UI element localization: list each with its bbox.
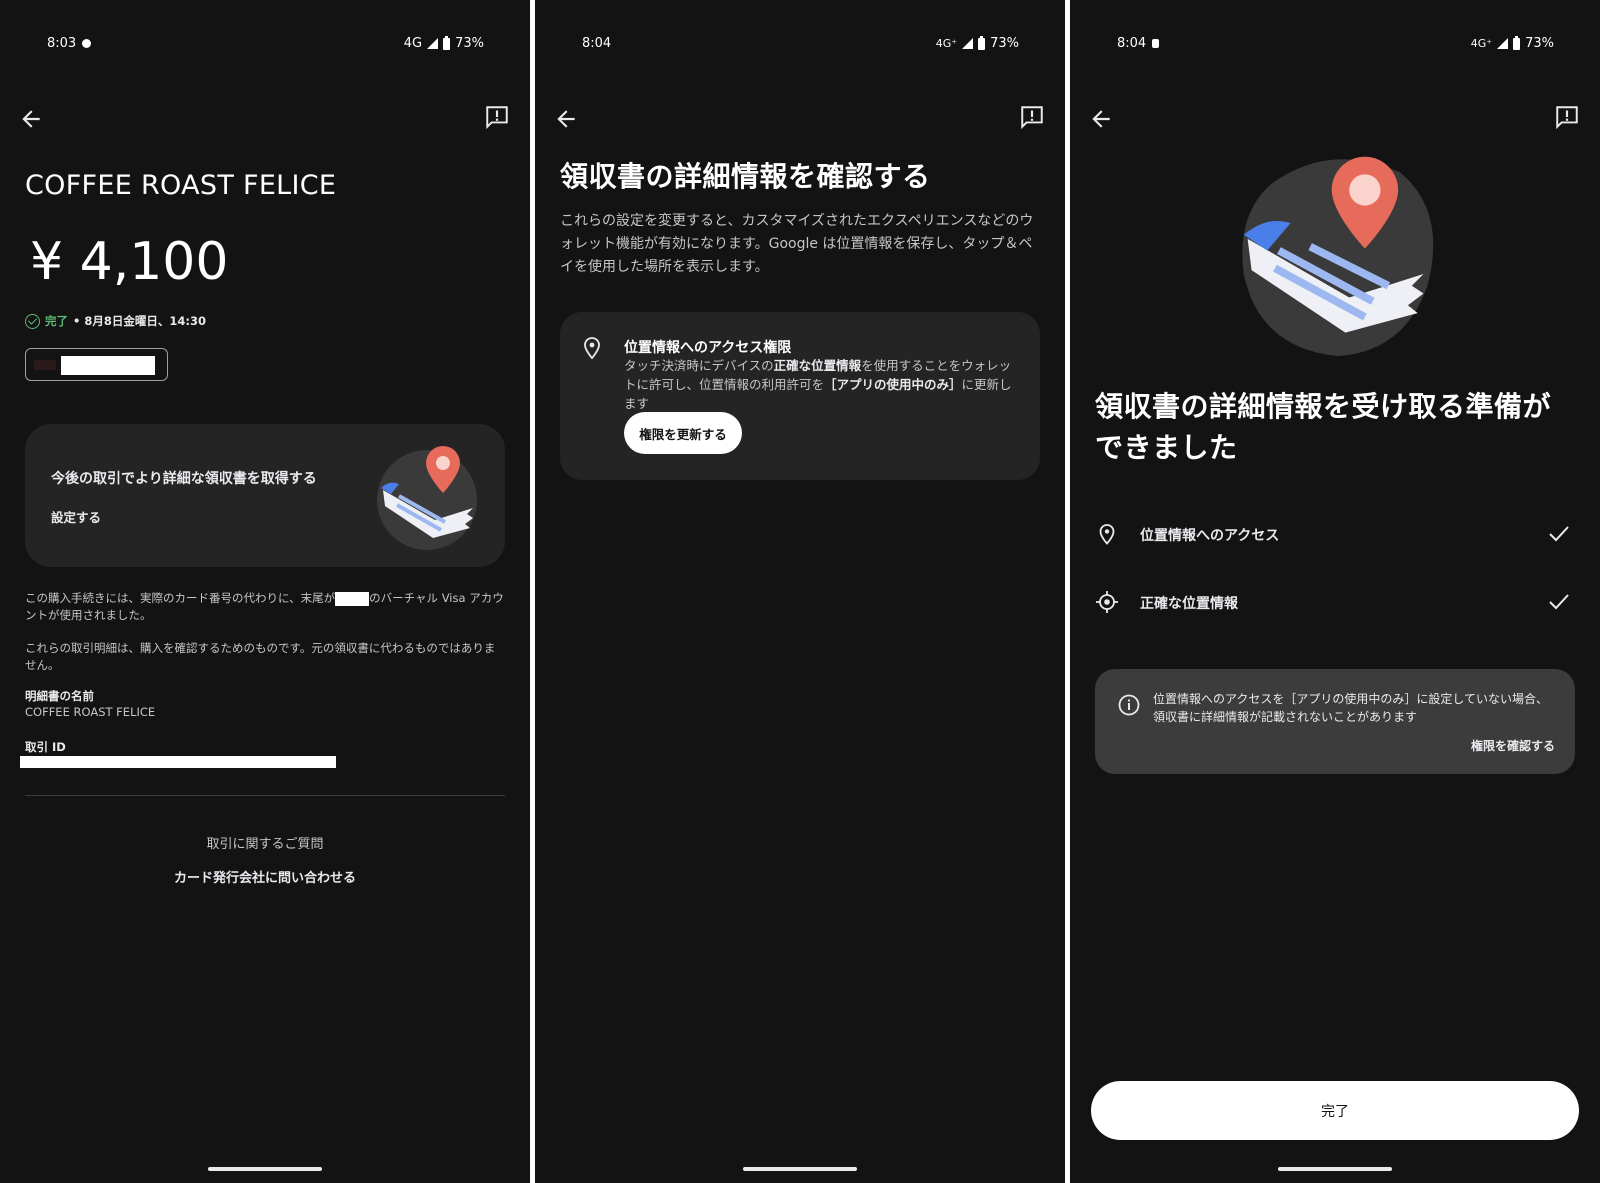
page-description: これらの設定を変更すると、カスタマイズされたエクスペリエンスなどのウォレット機能…	[560, 213, 1034, 275]
contact-issuer-link[interactable]: カード発行会社に問い合わせる	[0, 867, 530, 886]
status-time: 8:04	[582, 36, 612, 51]
check-permission-link[interactable]: 権限を確認する	[1471, 737, 1555, 754]
review-receipt-settings-screen: 8:04 4G⁺ 73% 領収書の詳細情報を確認する これらの設定を変更すると、…	[535, 0, 1065, 1183]
location-permission-card: 位置情報へのアクセス権限 タッチ決済時にデバイスの正確な位置情報を使用することを…	[560, 312, 1040, 480]
network-label: 4G⁺	[935, 37, 958, 50]
transaction-id-label: 取引 ID	[25, 740, 66, 754]
network-label: 4G	[403, 36, 423, 51]
signal-icon	[1497, 38, 1509, 49]
receipt-location-illustration	[1242, 156, 1434, 357]
status-bar: 8:03 4G 73%	[0, 34, 530, 54]
battery-level: 73%	[455, 36, 484, 51]
receipt-location-illustration	[377, 446, 477, 550]
gps-target-icon	[1096, 591, 1118, 613]
status-time: 8:03	[47, 36, 77, 51]
card-thumbnail	[34, 360, 56, 370]
statement-name-value: COFFEE ROAST FELICE	[25, 705, 156, 719]
virtual-card-note: この購入手続きには、実際のカード番号の代わりに、末尾が のバーチャル Visa ア…	[25, 590, 505, 624]
home-indicator[interactable]	[208, 1167, 322, 1171]
back-arrow-icon[interactable]	[18, 106, 44, 132]
checkmark-icon	[1549, 526, 1569, 542]
check-circle-icon	[25, 313, 40, 329]
status-detail: • 8月8日金曜日、14:30	[73, 314, 206, 328]
network-label: 4G⁺	[1470, 37, 1493, 50]
status-done-label: 完了	[45, 314, 68, 328]
signal-icon	[962, 38, 974, 49]
transaction-status: 完了 • 8月8日金曜日、14:30	[25, 313, 206, 329]
status-time: 8:04	[1117, 36, 1147, 51]
redacted-card-info	[61, 356, 155, 375]
info-text: 位置情報へのアクセスを［アプリの使用中のみ］に設定していない場合、領収書に詳細情…	[1153, 692, 1549, 724]
receipt-disclaimer: これらの取引明細は、購入を確認するためのものです。元の領収書に代わるものではあり…	[25, 641, 496, 672]
info-icon	[1118, 694, 1140, 716]
battery-icon	[978, 35, 986, 50]
page-title: 領収書の詳細情報を確認する	[560, 160, 931, 193]
battery-level: 73%	[1525, 36, 1554, 51]
back-arrow-icon[interactable]	[1088, 106, 1114, 132]
feedback-icon[interactable]	[484, 104, 510, 130]
statement-name-label: 明細書の名前	[25, 689, 94, 703]
transaction-amount: ¥ 4,100	[30, 232, 229, 292]
back-arrow-icon[interactable]	[553, 106, 579, 132]
setup-link[interactable]: 設定する	[51, 507, 101, 526]
card-chip[interactable]	[25, 348, 168, 381]
status-bar: 8:04 4G⁺ 73%	[1070, 34, 1600, 54]
virtual-card-note-part1: この購入手続きには、実際のカード番号の代わりに、末尾が	[25, 591, 336, 605]
receipt-ready-screen: 8:04 4G⁺ 73% 領収書の詳細情報を受け取る準備ができました 位置情報へ…	[1070, 0, 1600, 1183]
do-not-disturb-icon	[82, 39, 92, 48]
notification-icon	[1152, 39, 1160, 48]
redacted-transaction-id	[20, 756, 336, 768]
precise-location-label: 正確な位置情報	[1140, 596, 1238, 612]
perm-desc-bold2: ［アプリの使用中のみ］	[824, 377, 962, 392]
precise-location-row: 正確な位置情報	[1095, 582, 1575, 622]
redacted-card-suffix	[335, 591, 370, 606]
location-access-label: 位置情報へのアクセス	[1140, 528, 1280, 544]
feedback-icon[interactable]	[1019, 104, 1045, 130]
update-permission-button[interactable]: 権限を更新する	[624, 412, 742, 454]
home-indicator[interactable]	[743, 1167, 857, 1171]
battery-icon	[1513, 35, 1521, 50]
checkmark-icon	[1549, 594, 1569, 610]
battery-icon	[443, 35, 451, 50]
merchant-name: COFFEE ROAST FELICE	[25, 170, 337, 201]
page-title: 領収書の詳細情報を受け取る準備ができました	[1095, 390, 1552, 464]
transaction-question-label: 取引に関するご質問	[206, 837, 324, 852]
location-pin-icon	[1099, 524, 1115, 545]
signal-icon	[427, 38, 439, 49]
feedback-icon[interactable]	[1554, 104, 1580, 130]
promo-title: 今後の取引でより詳細な領収書を取得する	[51, 471, 317, 487]
perm-desc-bold1: 正確な位置情報	[773, 358, 862, 373]
location-pin-icon	[584, 337, 600, 360]
location-access-row: 位置情報へのアクセス	[1095, 514, 1575, 554]
perm-desc-part1: タッチ決済時にデバイスの	[624, 358, 774, 373]
permission-title: 位置情報へのアクセス権限	[624, 340, 792, 356]
divider	[25, 795, 505, 796]
status-bar: 8:04 4G⁺ 73%	[535, 34, 1065, 54]
battery-level: 73%	[990, 36, 1019, 51]
done-button[interactable]: 完了	[1091, 1081, 1579, 1140]
permission-info-card: 位置情報へのアクセスを［アプリの使用中のみ］に設定していない場合、領収書に詳細情…	[1095, 669, 1575, 774]
permission-description: タッチ決済時にデバイスの正確な位置情報を使用することをウォレットに許可し、位置情…	[624, 356, 1020, 413]
home-indicator[interactable]	[1278, 1167, 1392, 1171]
receipt-screen: 8:03 4G 73% COFFEE ROAST FELICE ¥ 4,100 …	[0, 0, 530, 1183]
detailed-receipt-promo-card[interactable]: 今後の取引でより詳細な領収書を取得する 設定する	[25, 424, 505, 567]
